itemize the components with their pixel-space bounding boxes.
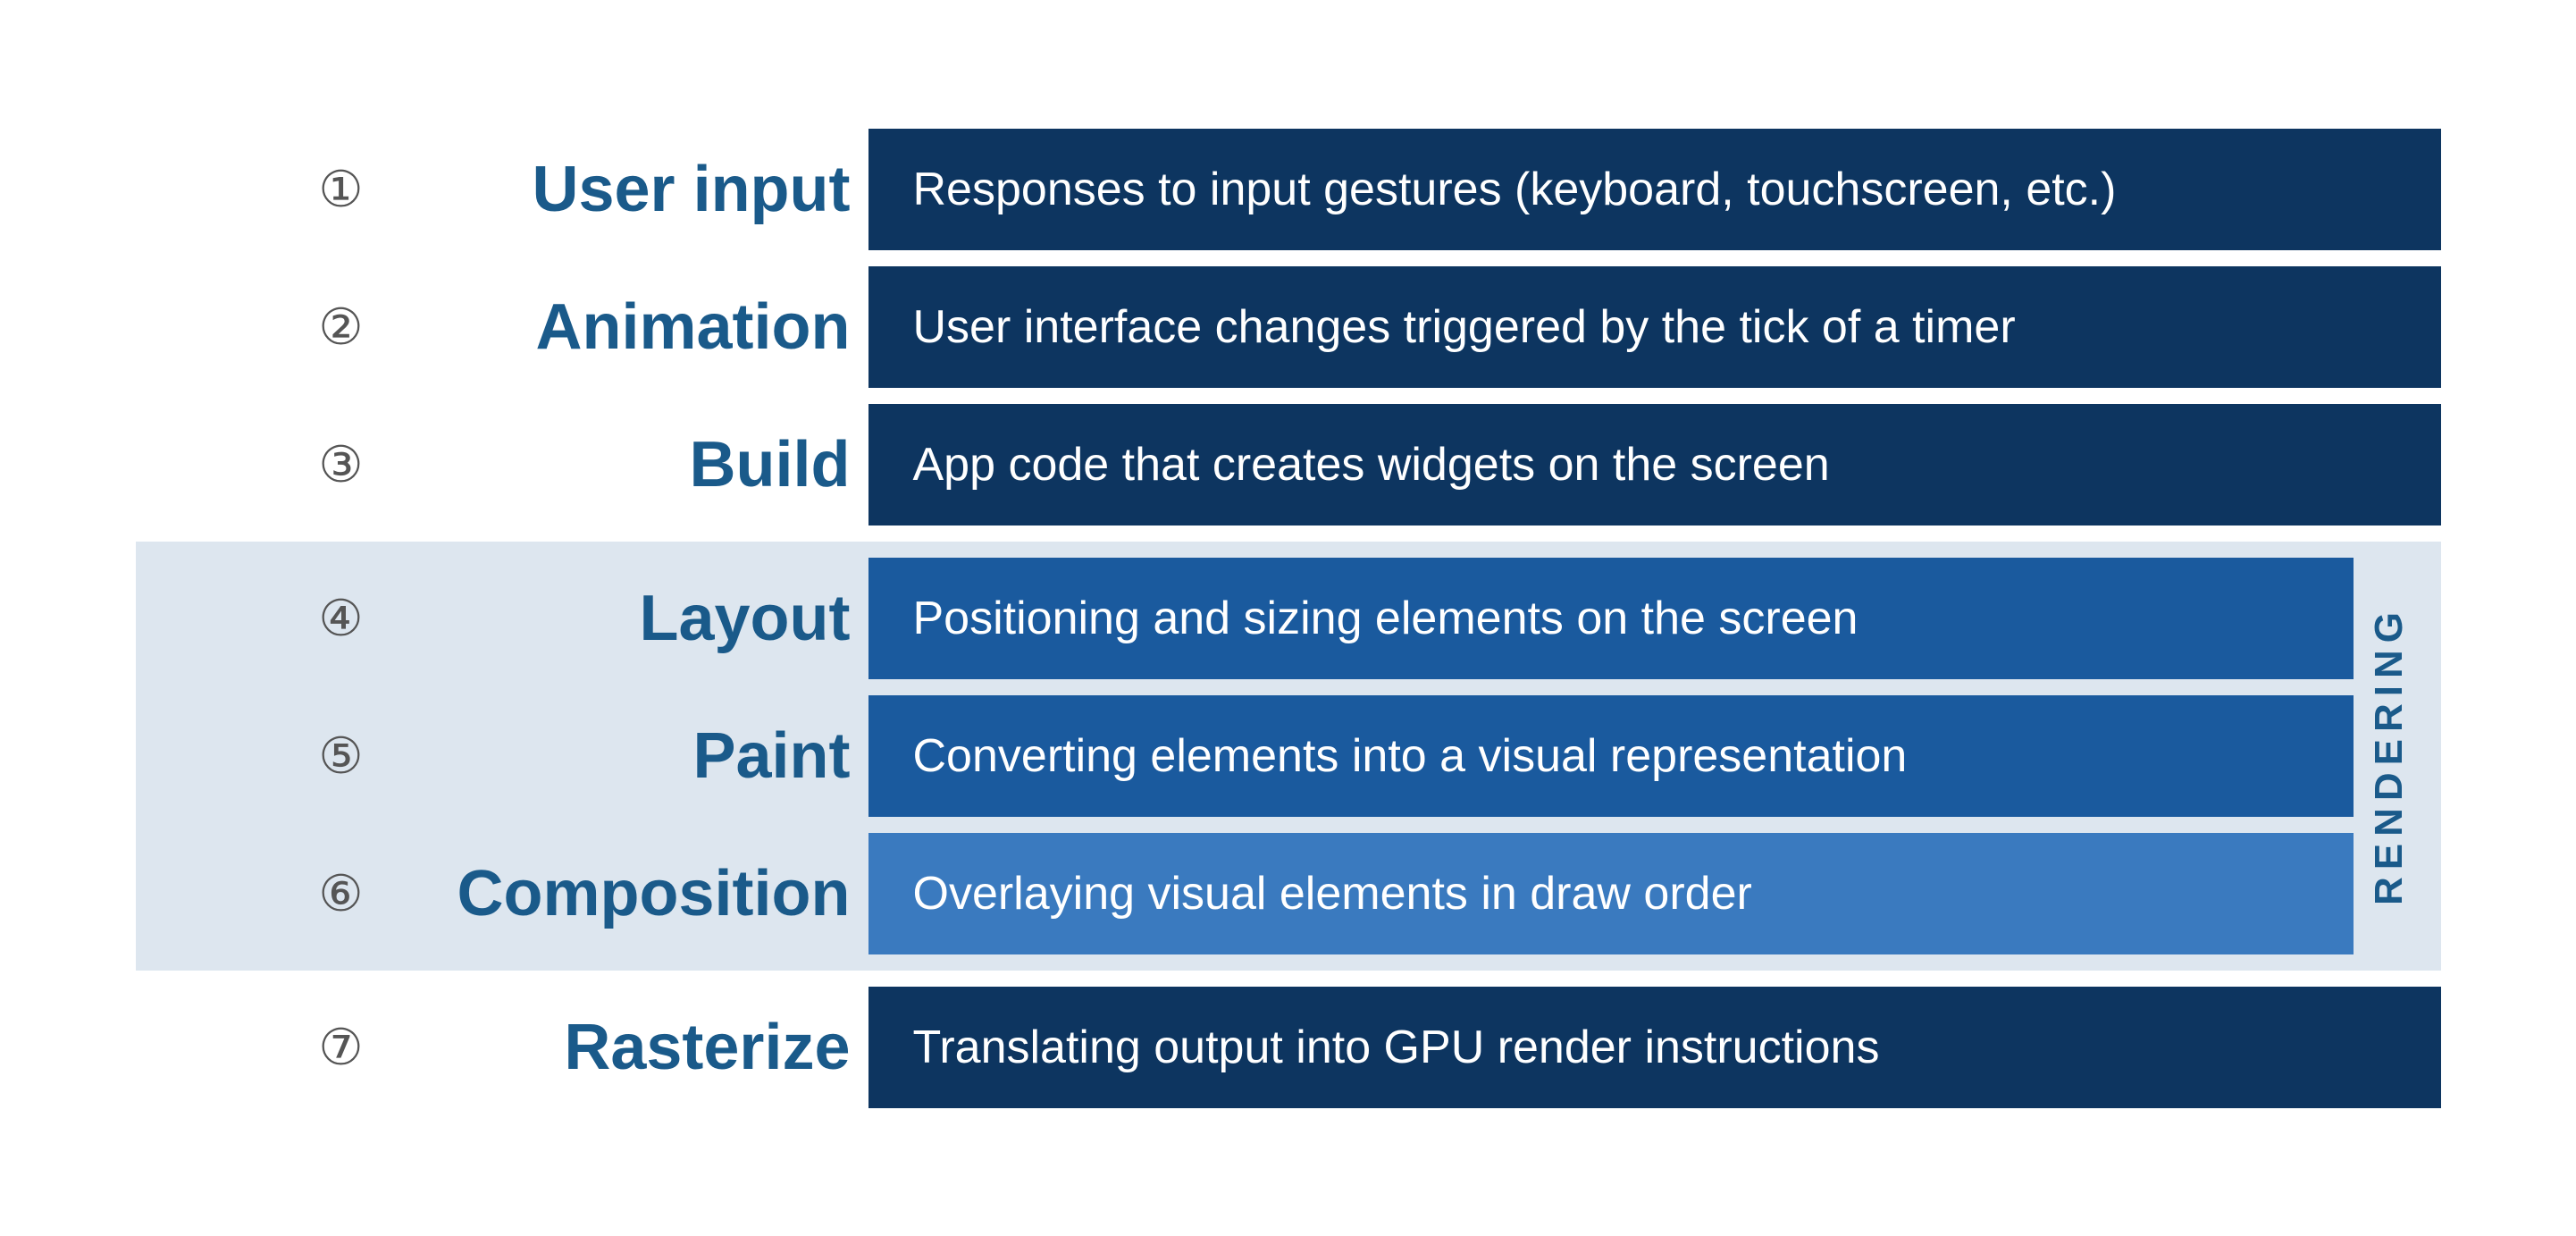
- rendering-section: ④ Layout Positioning and sizing elements…: [136, 542, 2441, 971]
- step-label-4: Layout: [404, 582, 851, 655]
- row-layout: ④ Layout Positioning and sizing elements…: [136, 558, 2354, 679]
- row-7-description: Translating output into GPU render instr…: [868, 987, 2441, 1108]
- diagram-container: ① User input Responses to input gestures…: [82, 93, 2495, 1144]
- row-6-description: Overlaying visual elements in draw order: [868, 833, 2354, 954]
- step-label-7: Rasterize: [404, 1011, 851, 1084]
- step-number-1: ①: [306, 160, 377, 219]
- row-build: ③ Build App code that creates widgets on…: [136, 404, 2441, 526]
- row-rasterize: ⑦ Rasterize Translating output into GPU …: [136, 987, 2441, 1108]
- row-4-left: ④ Layout: [136, 558, 868, 679]
- row-7-left: ⑦ Rasterize: [136, 987, 868, 1108]
- rendering-label: RENDERING: [2367, 605, 2412, 905]
- row-animation: ② Animation User interface changes trigg…: [136, 266, 2441, 388]
- row-2-left: ② Animation: [136, 266, 868, 388]
- step-label-5: Paint: [404, 719, 851, 793]
- step-number-2: ②: [306, 298, 377, 357]
- rendering-rows: ④ Layout Positioning and sizing elements…: [136, 558, 2354, 954]
- step-number-7: ⑦: [306, 1018, 377, 1077]
- row-6-left: ⑥ Composition: [136, 833, 868, 954]
- row-4-description: Positioning and sizing elements on the s…: [868, 558, 2354, 679]
- step-label-6: Composition: [404, 857, 851, 930]
- step-label-1: User input: [404, 153, 851, 226]
- row-3-left: ③ Build: [136, 404, 868, 526]
- row-2-description: User interface changes triggered by the …: [868, 266, 2441, 388]
- step-number-5: ⑤: [306, 727, 377, 786]
- row-1-left: ① User input: [136, 129, 868, 250]
- row-paint: ⑤ Paint Converting elements into a visua…: [136, 695, 2354, 817]
- row-5-left: ⑤ Paint: [136, 695, 868, 817]
- row-user-input: ① User input Responses to input gestures…: [136, 129, 2441, 250]
- step-number-6: ⑥: [306, 864, 377, 923]
- step-number-4: ④: [306, 589, 377, 648]
- rendering-label-container: RENDERING: [2354, 558, 2425, 954]
- row-composition: ⑥ Composition Overlaying visual elements…: [136, 833, 2354, 954]
- row-5-description: Converting elements into a visual repres…: [868, 695, 2354, 817]
- row-1-description: Responses to input gestures (keyboard, t…: [868, 129, 2441, 250]
- step-label-2: Animation: [404, 290, 851, 364]
- step-number-3: ③: [306, 435, 377, 494]
- step-label-3: Build: [404, 428, 851, 501]
- row-3-description: App code that creates widgets on the scr…: [868, 404, 2441, 526]
